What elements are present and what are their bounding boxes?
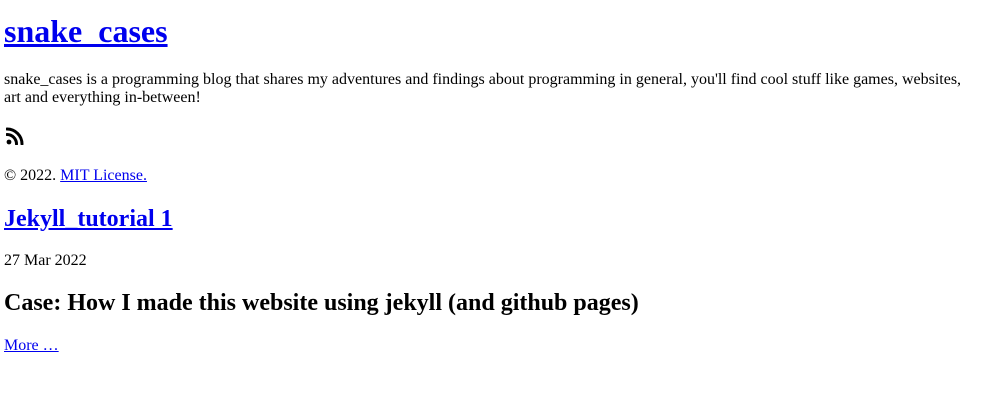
copyright-text: © 2022.: [4, 167, 57, 184]
rss-icon: [5, 127, 24, 146]
post-excerpt-heading: Case: How I made this website using jeky…: [4, 290, 639, 316]
rss-link[interactable]: [5, 127, 24, 146]
post-date: 27 Mar 2022: [4, 252, 87, 269]
post-title-link[interactable]: Jekyll_tutorial 1: [4, 206, 173, 232]
more-link[interactable]: More …: [4, 337, 59, 355]
license-link[interactable]: MIT License.: [60, 167, 147, 184]
site-title-link[interactable]: snake_cases: [4, 13, 168, 49]
post-title: Jekyll_tutorial 1: [4, 206, 173, 233]
site-description: snake_cases is a programming blog that s…: [4, 71, 962, 106]
site-title: snake_cases: [4, 13, 168, 50]
copyright: © 2022. MIT License.: [4, 167, 147, 185]
